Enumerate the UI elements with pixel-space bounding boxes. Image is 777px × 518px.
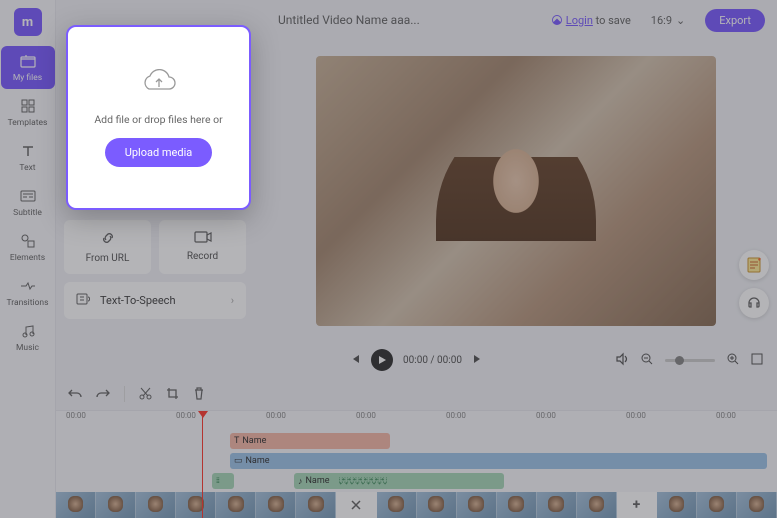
track-video[interactable]: ▭Name: [230, 453, 767, 469]
frame-thumb[interactable]: [457, 492, 497, 518]
track-audio-clip[interactable]: ⁞⁞⁞: [212, 473, 234, 489]
sidebar-label: Templates: [8, 118, 48, 128]
playhead[interactable]: [202, 411, 203, 518]
redo-button[interactable]: [96, 385, 110, 404]
sidebar-item-templates[interactable]: Templates: [1, 91, 55, 134]
waveform-icon: ⁞⁞⁞: [216, 477, 219, 485]
login-hint: Login to save: [551, 14, 631, 27]
frame-thumb[interactable]: [377, 492, 417, 518]
chevron-right-icon: ›: [231, 294, 234, 307]
cloud-upload-icon: [141, 69, 177, 101]
login-link[interactable]: Login: [566, 14, 593, 27]
record-option[interactable]: Record: [159, 220, 246, 274]
zoom-in-icon[interactable]: [727, 353, 739, 368]
sidebar-item-transitions[interactable]: Transitions: [1, 271, 55, 314]
frame-thumb[interactable]: [577, 492, 617, 518]
frame-thumb[interactable]: [176, 492, 216, 518]
frame-thumb[interactable]: [697, 492, 737, 518]
filmstrip[interactable]: +: [56, 492, 777, 518]
preview-frame[interactable]: [316, 56, 716, 326]
subtitle-icon: [19, 187, 37, 205]
delete-button[interactable]: [193, 385, 205, 404]
project-title[interactable]: Untitled Video Name aaa...: [278, 13, 541, 27]
chevron-down-icon: ⌄: [676, 14, 685, 27]
frame-thumb[interactable]: [216, 492, 256, 518]
sidebar-label: Transitions: [6, 298, 48, 308]
sidebar-label: Subtitle: [13, 208, 42, 218]
tts-icon: [76, 292, 92, 309]
sidebar-label: My files: [13, 73, 42, 83]
text-to-speech-option[interactable]: Text-To-Speech ›: [64, 282, 246, 319]
time-display: 00:00 / 00:00: [403, 355, 462, 366]
frame-thumb[interactable]: [417, 492, 457, 518]
transitions-icon: [19, 277, 37, 295]
split-marker[interactable]: [336, 492, 376, 518]
frame-thumb[interactable]: [657, 492, 697, 518]
frame-thumb[interactable]: [737, 492, 777, 518]
undo-button[interactable]: [68, 385, 82, 404]
preview-area: [254, 40, 777, 342]
frame-thumb[interactable]: [96, 492, 136, 518]
upload-popup: Add file or drop files here or Upload me…: [66, 25, 251, 210]
video-track-icon: ▭: [234, 456, 243, 466]
record-icon: [194, 230, 212, 247]
sidebar-item-subtitle[interactable]: Subtitle: [1, 181, 55, 224]
edit-toolbar: [56, 378, 777, 410]
frame-thumb[interactable]: [497, 492, 537, 518]
templates-icon: [19, 97, 37, 115]
aspect-ratio-select[interactable]: 16:9⌄: [641, 11, 695, 30]
zoom-slider[interactable]: [665, 359, 715, 362]
frame-thumb[interactable]: [56, 492, 96, 518]
play-button[interactable]: [371, 349, 393, 371]
frame-thumb[interactable]: [296, 492, 336, 518]
elements-icon: [19, 232, 37, 250]
frame-thumb[interactable]: [256, 492, 296, 518]
add-frame-button[interactable]: +: [617, 492, 657, 518]
sidebar-label: Music: [16, 343, 39, 353]
upload-hint: Add file or drop files here or: [94, 113, 222, 126]
zoom-out-icon[interactable]: [641, 353, 653, 368]
files-icon: [19, 52, 37, 70]
sidebar-item-my-files[interactable]: My files: [1, 46, 55, 89]
app-logo[interactable]: m: [14, 8, 42, 36]
upload-media-button[interactable]: Upload media: [105, 138, 213, 167]
text-icon: [19, 142, 37, 160]
sidebar-item-elements[interactable]: Elements: [1, 226, 55, 269]
track-text[interactable]: TName: [230, 433, 390, 449]
volume-icon[interactable]: [615, 352, 629, 369]
time-ruler[interactable]: 00:00 00:00 00:00 00:00 00:00 00:00 00:0…: [56, 411, 777, 429]
audio-track-icon: ♪: [298, 476, 303, 487]
sidebar-item-text[interactable]: Text: [1, 136, 55, 179]
cut-button[interactable]: [139, 385, 152, 404]
prev-button[interactable]: [349, 353, 361, 368]
text-track-icon: T: [234, 436, 239, 446]
timeline[interactable]: 00:00 00:00 00:00 00:00 00:00 00:00 00:0…: [56, 410, 777, 518]
sidebar-label: Text: [19, 163, 35, 173]
link-icon: [100, 230, 116, 249]
sidebar-label: Elements: [10, 253, 45, 263]
sidebar: m My files Templates Text Subtitle Eleme…: [0, 0, 56, 518]
floating-tools: [739, 250, 769, 318]
notes-tool[interactable]: [739, 250, 769, 280]
crop-button[interactable]: [166, 385, 179, 404]
music-icon: [19, 322, 37, 340]
track-audio[interactable]: ♪Name⁞₊⁞⁺⁞₊⁞⁺⁞₊⁞⁺⁞₊⁞⁺⁞₊⁞⁺⁞₊⁞⁺⁞₊⁞⁺⁞₊⁞⁺⁞₊⁞: [294, 473, 504, 489]
fit-icon[interactable]: [751, 353, 763, 368]
sidebar-item-music[interactable]: Music: [1, 316, 55, 359]
playback-controls: 00:00 / 00:00: [56, 342, 777, 378]
support-tool[interactable]: [739, 288, 769, 318]
frame-thumb[interactable]: [537, 492, 577, 518]
frame-thumb[interactable]: [136, 492, 176, 518]
next-button[interactable]: [472, 353, 484, 368]
export-button[interactable]: Export: [705, 9, 765, 32]
from-url-option[interactable]: From URL: [64, 220, 151, 274]
